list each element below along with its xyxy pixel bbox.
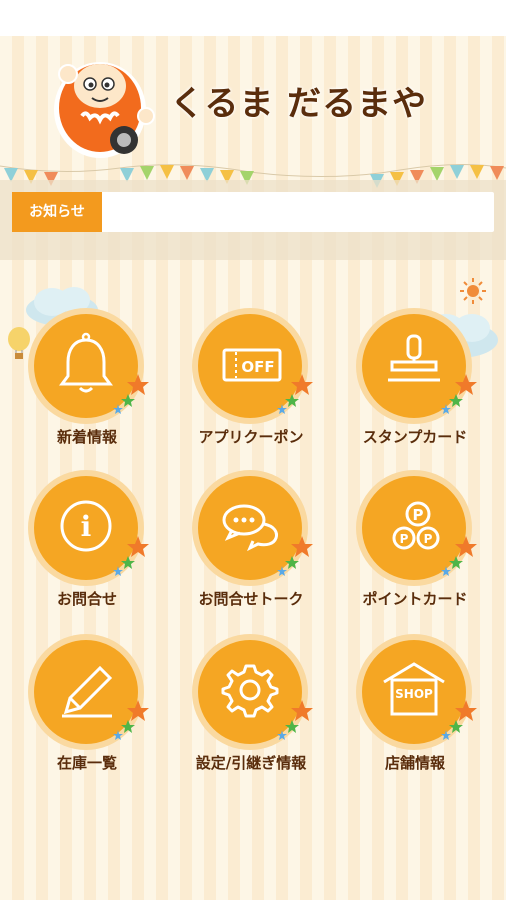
menu-tile-2[interactable]: スタンプカード <box>340 314 490 464</box>
menu-tile-0[interactable]: 新着情報 <box>12 314 162 464</box>
stars-decoration <box>113 536 149 576</box>
menu-label: 設定/引継ぎ情報 <box>195 754 307 772</box>
menu-tile-6[interactable]: 在庫一覧 <box>12 640 162 790</box>
notice-label: お知らせ <box>12 192 102 232</box>
stars-decoration <box>277 700 313 740</box>
app-screen: くるま だるまや お知らせ 新着情報 OFF アプリクーポン スタンプカード i… <box>0 36 506 900</box>
menu-tile-3[interactable]: i お問合せ <box>12 476 162 626</box>
menu-label: アプリクーポン <box>198 428 304 446</box>
svg-text:P: P <box>413 506 424 524</box>
daruma-mascot-logo <box>54 62 155 158</box>
menu-label: 店舗情報 <box>384 754 445 772</box>
menu-label: お問合せトーク <box>198 590 304 608</box>
stars-decoration <box>441 374 477 414</box>
stars-decoration <box>277 536 313 576</box>
sun-icon <box>460 278 486 304</box>
stars-decoration <box>441 536 477 576</box>
app-title: くるま だるまや <box>170 84 428 124</box>
stars-decoration <box>277 374 313 414</box>
stars-decoration <box>441 700 477 740</box>
menu-tile-5[interactable]: P P P ポイントカード <box>340 476 490 626</box>
svg-text:SHOP: SHOP <box>395 687 433 701</box>
menu-tile-7[interactable]: 設定/引継ぎ情報 <box>176 640 326 790</box>
menu-label: お問合せ <box>56 590 117 608</box>
menu-tile-1[interactable]: OFF アプリクーポン <box>176 314 326 464</box>
menu-label: 在庫一覧 <box>56 754 117 772</box>
header: くるま だるまや <box>0 36 506 166</box>
menu-label: スタンプカード <box>362 428 468 446</box>
svg-text:i: i <box>81 510 92 543</box>
menu-tile-4[interactable]: お問合せトーク <box>176 476 326 626</box>
svg-text:P: P <box>400 532 409 546</box>
menu-label: 新着情報 <box>56 428 117 446</box>
stars-decoration <box>113 700 149 740</box>
menu-tile-8[interactable]: SHOP 店舗情報 <box>340 640 490 790</box>
notice-bar[interactable]: お知らせ <box>12 192 494 232</box>
stars-decoration <box>113 374 149 414</box>
menu-label: ポイントカード <box>362 590 468 608</box>
